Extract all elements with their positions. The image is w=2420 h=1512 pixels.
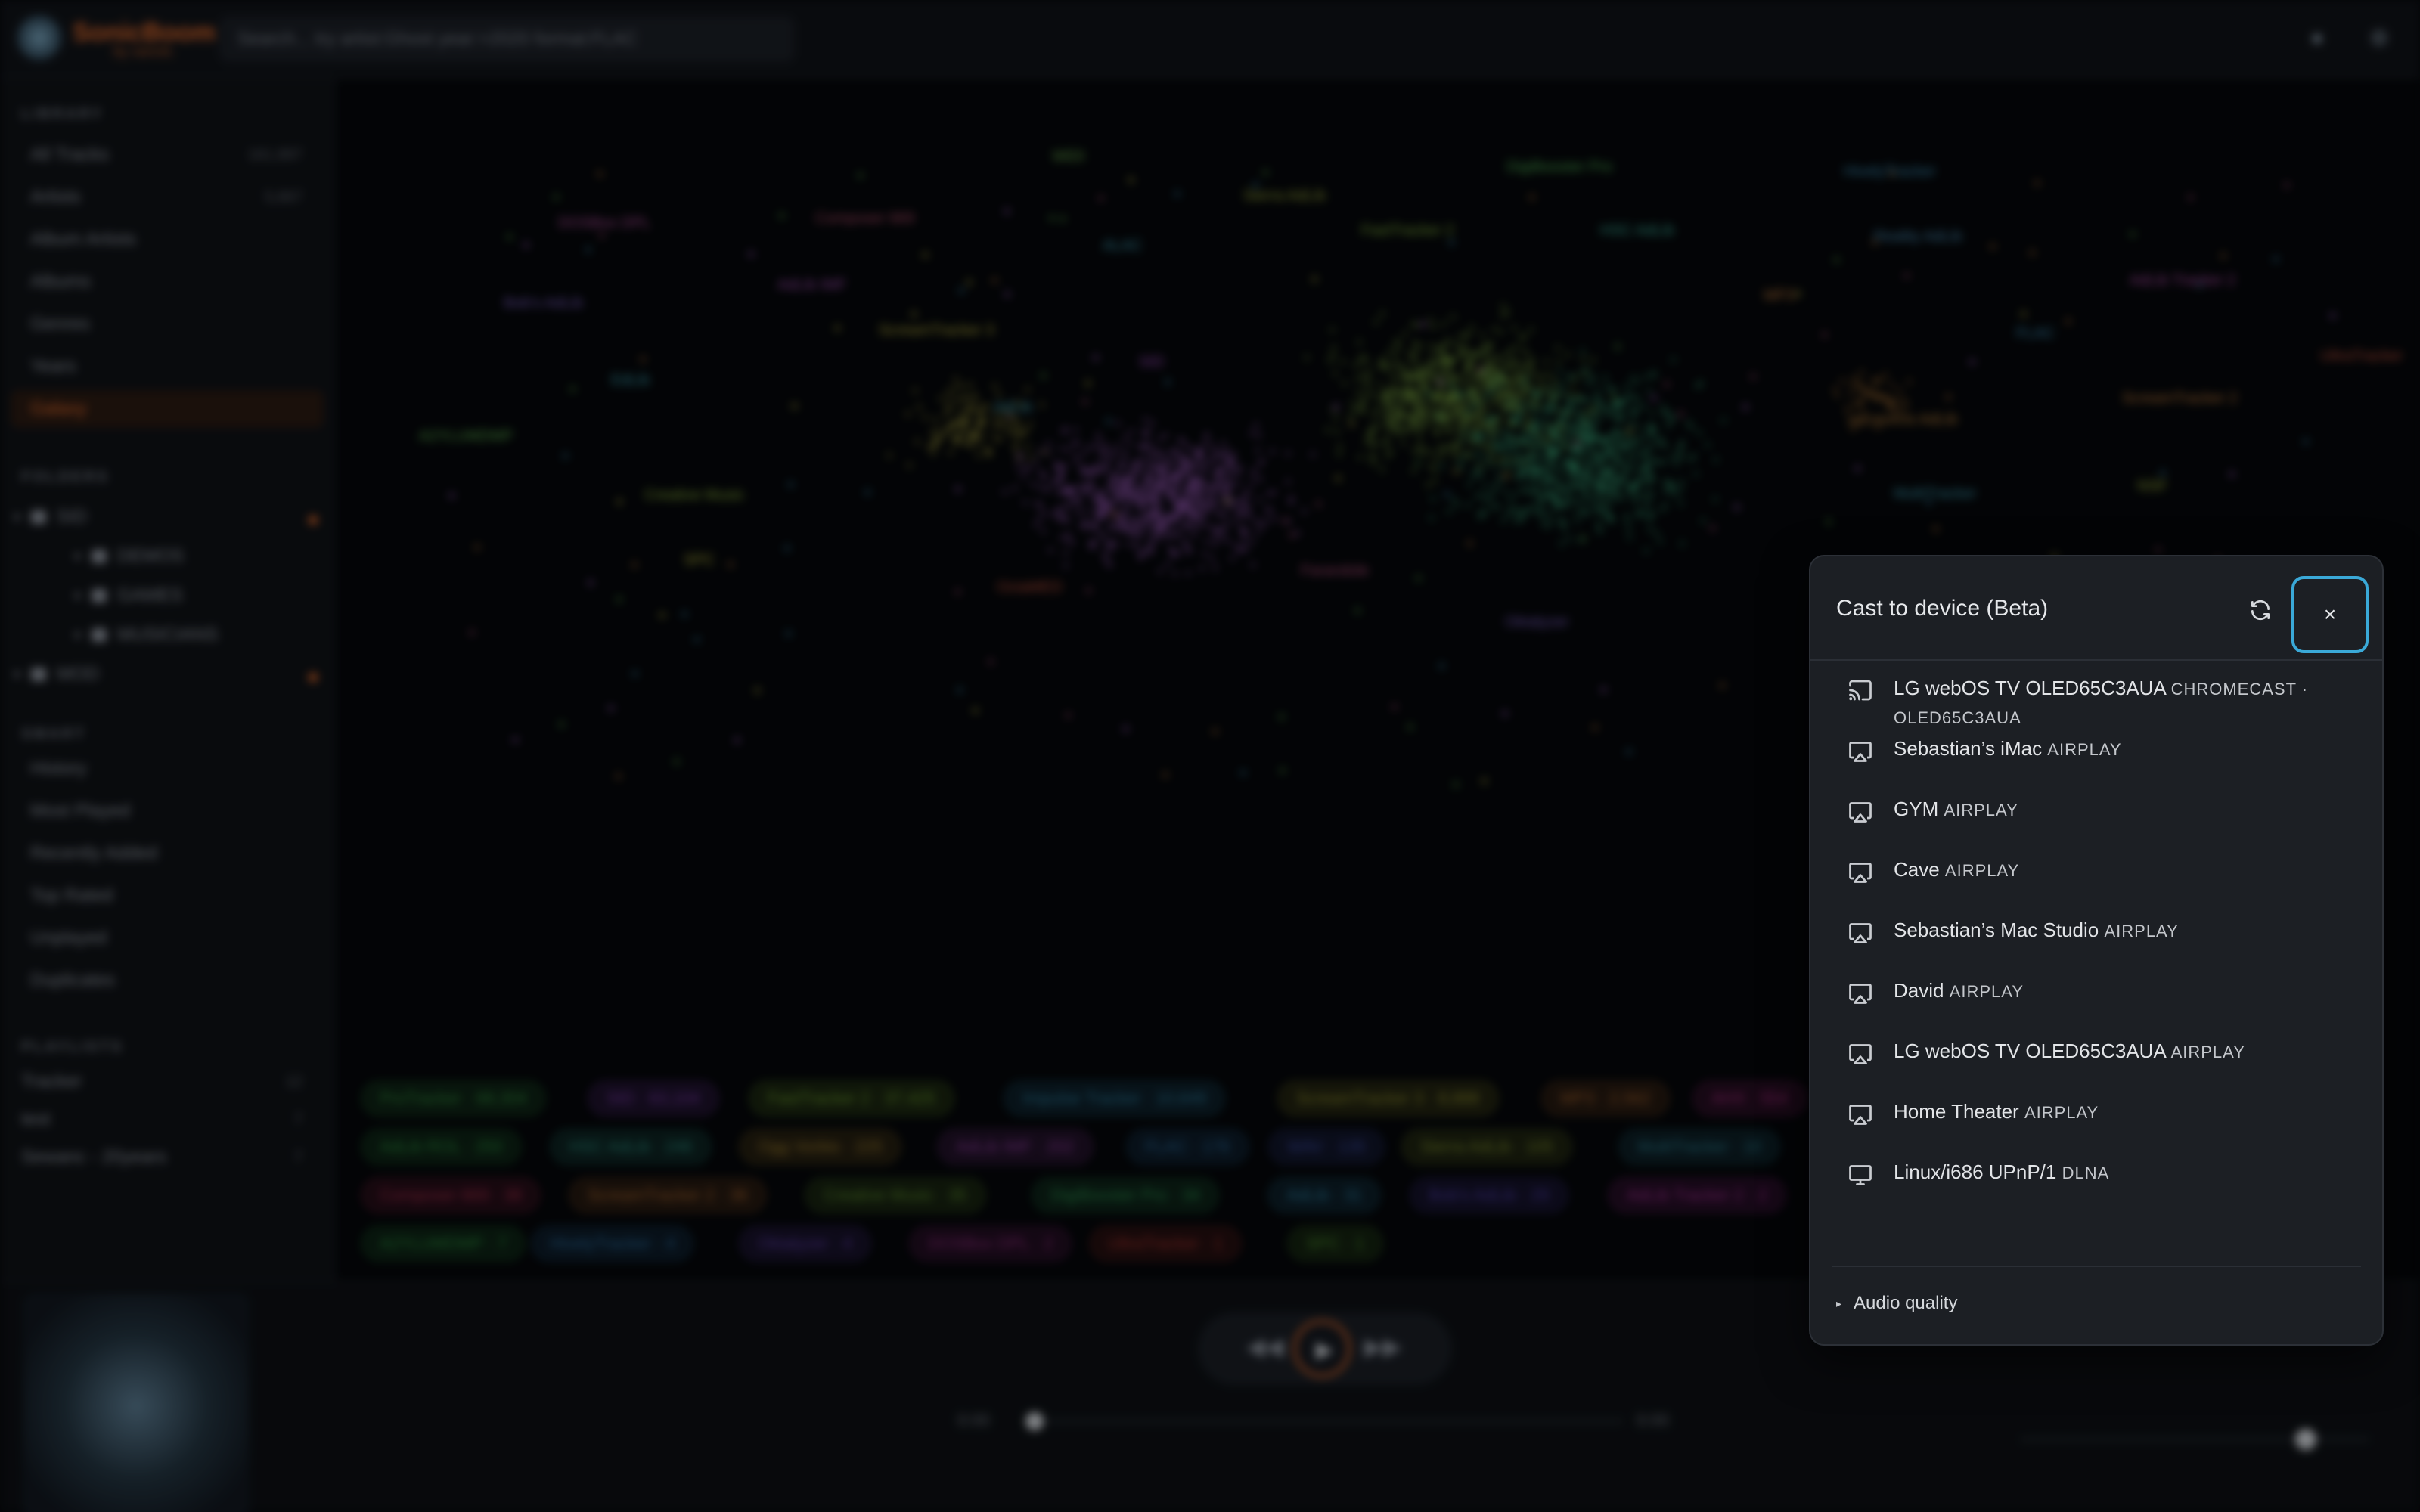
cast-dialog-title: Cast to device (Beta) — [1836, 596, 2049, 621]
cast-icon — [1847, 677, 1874, 703]
airplay-icon — [1847, 1040, 1874, 1066]
device-label: Linux/i686 UPnP/1 DLNA — [1894, 1158, 2363, 1187]
device-label: Cave AIRPLAY — [1894, 856, 2363, 885]
device-name: GYM — [1894, 798, 1944, 820]
device-item[interactable]: Home Theater AIRPLAY — [1810, 1093, 2382, 1154]
device-label: Sebastian’s Mac Studio AIRPLAY — [1894, 916, 2363, 945]
device-label: GYM AIRPLAY — [1894, 795, 2363, 824]
refresh-icon — [2251, 600, 2270, 621]
close-button[interactable]: × — [2291, 576, 2369, 653]
airplay-icon — [1847, 798, 1874, 824]
device-item[interactable]: Sebastian’s Mac Studio AIRPLAY — [1810, 912, 2382, 972]
audio-quality-toggle[interactable]: ▸ Audio quality — [1836, 1293, 1957, 1314]
device-item[interactable]: Sebastian’s iMac AIRPLAY — [1810, 730, 2382, 791]
device-name: LG webOS TV OLED65C3AUA — [1894, 677, 2171, 699]
cast-dialog: Cast to device (Beta) × LG webOS TV OLED… — [1809, 555, 2384, 1346]
device-item[interactable]: GYM AIRPLAY — [1810, 791, 2382, 851]
device-protocol: AIRPLAY — [1944, 861, 2020, 880]
device-name: Sebastian’s Mac Studio — [1894, 919, 2105, 941]
caret-right-icon: ▸ — [1836, 1297, 1842, 1309]
device-label: LG webOS TV OLED65C3AUA AIRPLAY — [1894, 1037, 2363, 1066]
cast-dialog-header: Cast to device (Beta) × — [1810, 556, 2382, 661]
device-item[interactable]: Cave AIRPLAY — [1810, 851, 2382, 912]
audio-quality-label: Audio quality — [1854, 1293, 1958, 1313]
divider — [1832, 1266, 2361, 1267]
device-protocol: AIRPLAY — [1944, 801, 2018, 820]
device-label: Sebastian’s iMac AIRPLAY — [1894, 735, 2363, 764]
device-protocol: AIRPLAY — [2047, 740, 2122, 759]
airplay-icon — [1847, 1101, 1874, 1126]
airplay-icon — [1847, 980, 1874, 1005]
device-label: LG webOS TV OLED65C3AUA CHROMECAST · OLE… — [1894, 674, 2363, 732]
device-item[interactable]: David AIRPLAY — [1810, 972, 2382, 1033]
device-protocol: AIRPLAY — [2024, 1103, 2099, 1122]
device-name: Sebastian’s iMac — [1894, 737, 2048, 760]
device-item[interactable]: LG webOS TV OLED65C3AUA CHROMECAST · OLE… — [1810, 670, 2382, 730]
airplay-icon — [1847, 919, 1874, 945]
airplay-icon — [1847, 859, 1874, 885]
device-label: Home Theater AIRPLAY — [1894, 1098, 2363, 1126]
device-protocol: AIRPLAY — [1949, 982, 2024, 1001]
device-item[interactable]: LG webOS TV OLED65C3AUA AIRPLAY — [1810, 1033, 2382, 1093]
device-label: David AIRPLAY — [1894, 977, 2363, 1005]
device-name: Cave — [1894, 858, 1945, 881]
device-name: David — [1894, 979, 1950, 1002]
device-name: Linux/i686 UPnP/1 — [1894, 1160, 2062, 1183]
device-name: LG webOS TV OLED65C3AUA — [1894, 1040, 2171, 1062]
device-protocol: DLNA — [2062, 1163, 2110, 1182]
device-protocol: AIRPLAY — [2104, 922, 2179, 940]
device-protocol: AIRPLAY — [2170, 1043, 2245, 1061]
monitor-icon — [1847, 1161, 1874, 1187]
device-name: Home Theater — [1894, 1100, 2024, 1123]
airplay-icon — [1847, 738, 1874, 764]
refresh-button[interactable] — [2238, 588, 2282, 632]
device-item[interactable]: Linux/i686 UPnP/1 DLNA — [1810, 1154, 2382, 1214]
